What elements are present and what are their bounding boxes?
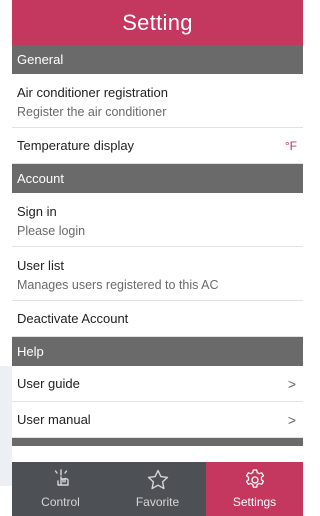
left-edge-strip [0, 0, 12, 516]
section-header-help: Help [12, 337, 303, 366]
temperature-unit-value: °F [284, 138, 297, 153]
deactivate-account-item[interactable]: Deactivate Account [12, 301, 303, 337]
user-guide-title: User guide [17, 376, 80, 391]
hand-pointer-icon [54, 469, 69, 486]
user-manual-item[interactable]: User manual > [12, 402, 303, 438]
section-header-partial [12, 438, 303, 446]
chevron-right-icon: > [287, 411, 296, 428]
section-header-general: General [12, 45, 303, 74]
user-list-subtitle: Manages users registered to this AC [17, 278, 219, 292]
ac-registration-item[interactable]: Air conditioner registration Register th… [12, 74, 303, 128]
tab-control-label: Control [41, 495, 80, 509]
bottom-tab-bar: Control Favorite Settings [12, 462, 303, 516]
tab-settings-label: Settings [232, 495, 277, 509]
user-list-title: User list [17, 258, 64, 273]
chevron-right-icon: > [287, 375, 296, 392]
section-header-account: Account [12, 164, 303, 193]
page-title: Setting [12, 0, 303, 45]
temperature-display-item[interactable]: Temperature display °F [12, 128, 303, 164]
temperature-display-title: Temperature display [17, 138, 135, 153]
user-manual-title: User manual [17, 412, 91, 427]
tab-settings[interactable]: Settings [206, 462, 303, 516]
sign-in-item[interactable]: Sign in Please login [12, 193, 303, 247]
deactivate-account-title: Deactivate Account [17, 311, 129, 326]
left-edge-mark [0, 366, 12, 486]
gear-icon [245, 469, 264, 488]
tab-control[interactable]: Control [12, 462, 109, 516]
tab-favorite[interactable]: Favorite [109, 462, 206, 516]
sign-in-subtitle: Please login [17, 224, 86, 238]
ac-registration-subtitle: Register the air conditioner [17, 105, 167, 119]
settings-screen: Setting General Air conditioner registra… [12, 0, 303, 516]
user-list-item[interactable]: User list Manages users registered to th… [12, 247, 303, 301]
tab-favorite-label: Favorite [135, 495, 180, 509]
ac-registration-title: Air conditioner registration [17, 85, 169, 100]
user-guide-item[interactable]: User guide > [12, 366, 303, 402]
star-icon [147, 469, 168, 490]
sign-in-title: Sign in [17, 204, 57, 219]
